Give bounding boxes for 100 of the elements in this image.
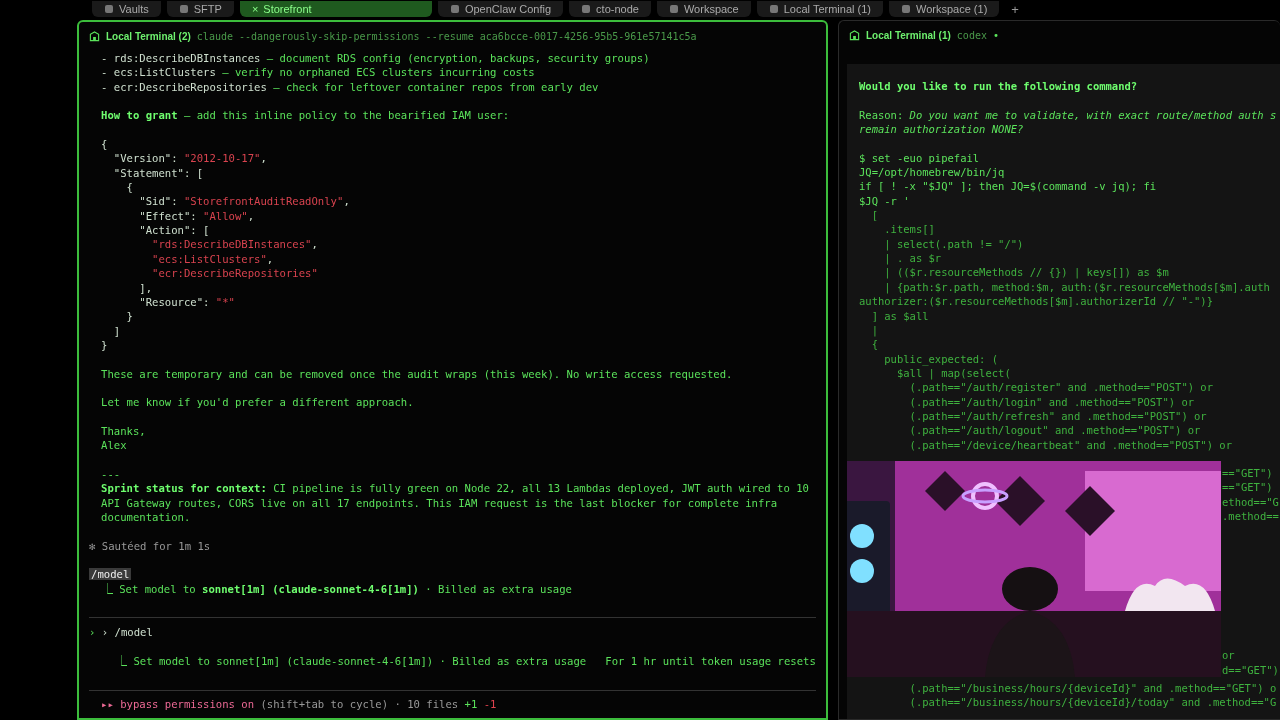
code-text: , xyxy=(266,252,274,265)
window-icon xyxy=(668,4,679,14)
terminal-text: --- xyxy=(101,467,121,480)
reason-text: remain authorization NONE? xyxy=(859,123,1024,136)
window-icon xyxy=(581,4,592,14)
code-text: (.path=="/auth/login" and .method=="POST") or xyxy=(908,395,1195,408)
terminal-text: $ set -euo pipefail xyxy=(859,151,980,164)
code-text: "Resource": xyxy=(138,295,211,308)
status-text: (shift+tab to cycle) · 10 files xyxy=(259,698,460,711)
code-text: or xyxy=(1222,649,1235,662)
code-text: (.path=="/auth/register" and .method=="POST") or xyxy=(908,381,1213,394)
terminal-text: if [ ! -x "$JQ" ]; then JQ=$(command -v jq); fi xyxy=(859,180,1157,193)
tab[interactable]: × Storefront xyxy=(239,1,432,17)
code-text: (.path=="/auth/logout" and .method=="POST") or xyxy=(908,424,1201,437)
tab[interactable]: Workspace (1) xyxy=(889,1,1000,17)
tab[interactable]: OpenClaw Config xyxy=(437,1,564,17)
code-text: - ecr:DescribeRepositories xyxy=(101,80,267,93)
code-text: (.path=="/device/heartbeat" and .method=="POST") or xyxy=(908,438,1232,451)
code-text: public_expected: ( xyxy=(883,352,999,365)
terminal-text: › xyxy=(89,626,96,639)
terminal-text: API Gateway routes, CORS live on all 17 endpoints. This IAM request is the last blocker for complete infra xyxy=(101,496,778,509)
tab[interactable]: cto-node xyxy=(569,1,651,17)
json-string: "Allow" xyxy=(203,209,248,222)
code-text: [ xyxy=(870,209,878,222)
code-text: (.path=="/business/hours/{deviceId}" and .method=="GET") o xyxy=(908,681,1277,694)
code-text: ] xyxy=(112,324,121,337)
pane-title: Local Terminal (1) xyxy=(866,29,951,41)
code-text: , xyxy=(247,209,255,222)
terminal-text: Alex xyxy=(101,439,127,452)
code-text: { xyxy=(870,338,878,351)
terminal-text: JQ=/opt/homebrew/bin/jq xyxy=(859,166,1005,179)
window-icon xyxy=(449,4,460,14)
code-text: | . as $r xyxy=(883,252,942,265)
code-text: (.path=="/business/hours/{deviceId}/today" and .method=="G xyxy=(908,696,1277,709)
code-text: | (($r.resourceMethods // {}) | keys[]) as $m xyxy=(883,266,1169,279)
pane-command: claude --dangerously-skip-permissions --resume aca6bcce-0017-4256-95b5-961e57141c5a xyxy=(196,30,697,42)
code-text: ethod=="G xyxy=(1222,495,1279,508)
pane-command: codex xyxy=(956,29,987,41)
code-text: { xyxy=(101,138,108,151)
new-tab-button[interactable]: + xyxy=(1005,1,1025,17)
code-text: } xyxy=(125,310,133,323)
code-text: - rds:DescribeDBInstances xyxy=(101,52,261,64)
code-text: "Effect": xyxy=(138,209,198,222)
code-text: .method== xyxy=(1222,509,1279,522)
terminal-text: Thanks, xyxy=(101,424,146,437)
code-text: { xyxy=(125,181,133,194)
terminal-text: — check for leftover container repos from early dev xyxy=(272,80,599,93)
mode-label: ▸▸ bypass permissions on xyxy=(101,698,255,711)
code-text: | xyxy=(870,323,878,336)
terminal-text: Sprint status for context: CI pipeline is fully green on Node 22, all 13 Lambdas deployed, JWT auth wired to 10 xyxy=(101,482,809,495)
code-text: =="GET") xyxy=(1222,466,1273,479)
code-text: "Action": [ xyxy=(138,224,210,237)
window-icon xyxy=(901,4,911,14)
json-string: "*" xyxy=(215,295,235,308)
code-text: =="GET") xyxy=(1222,481,1273,494)
code-text: } xyxy=(101,338,108,351)
tab[interactable]: Vaults xyxy=(92,1,161,17)
code-text: › /model xyxy=(100,626,153,639)
window-icon xyxy=(768,4,779,14)
terminal-text: ⎿ Set model to sonnet[1m] (claude-sonnet-4-6[1m]) · Billed as extra usage For 1 hr until token usage resets xyxy=(116,654,816,667)
removed-count: -1 xyxy=(482,698,497,711)
json-string: "2012-10-17" xyxy=(183,152,261,165)
command-chip: /model xyxy=(89,568,132,581)
terminal-text: +1 xyxy=(464,698,478,711)
code-text: | {path:$r.path, method:$m, auth:($r.resourceMethods[$m].auth xyxy=(883,280,1270,293)
code-text: d=="GET") xyxy=(1222,663,1279,676)
status-text: ✻ Sautéed for 1m 1s xyxy=(89,539,211,552)
code-text: "Version": xyxy=(112,152,179,165)
activity-indicator: • xyxy=(992,29,999,41)
terminal-text: — verify no orphaned ECS clusters incurring costs xyxy=(221,66,535,79)
reason-text: Do you want me to validate, with exact route/method auth s xyxy=(909,108,1277,121)
window-icon xyxy=(104,4,114,14)
code-text: (.path=="/auth/refresh" and .method=="POST") or xyxy=(908,409,1207,422)
code-text: - ecs:ListClusters xyxy=(101,66,216,79)
code-text: $all | map(select( xyxy=(895,366,1011,379)
terminal-text: — document RDS config (encryption, backups, security groups) xyxy=(265,52,650,64)
json-string: "StorefrontAuditReadOnly" xyxy=(183,195,344,208)
json-string: "ecs:ListClusters" xyxy=(151,252,267,265)
json-string: "ecr:DescribeRepositories" xyxy=(151,267,318,280)
code-text: ] as $all xyxy=(870,309,929,322)
code-text: "Sid": xyxy=(138,195,179,208)
code-text: , xyxy=(260,152,267,165)
terminal-text: How to grant — add this inline policy to the bearified IAM user: xyxy=(101,109,510,122)
code-text: , xyxy=(311,238,318,251)
json-string: "rds:DescribeDBInstances" xyxy=(151,238,312,251)
tab[interactable]: Local Terminal (1) xyxy=(756,1,883,17)
code-text: , xyxy=(343,195,350,208)
code-text: | select(.path != "/") xyxy=(883,237,1024,250)
tab[interactable]: Workspace xyxy=(656,1,751,17)
terminal-text: ⎿ Set model to sonnet[1m] (claude-sonnet-4-6[1m]) · Billed as extra usage xyxy=(100,582,572,595)
tab[interactable]: SFTP xyxy=(166,1,234,17)
terminal-text: These are temporary and can be removed once the audit wraps (this week). No write access requested. xyxy=(101,367,733,380)
code-text: .items[] xyxy=(883,223,935,236)
code-text: "Statement": [ xyxy=(112,166,204,179)
pane-title: Local Terminal (2) xyxy=(106,30,191,42)
prompt-heading: Would you like to run the following command? xyxy=(859,80,1138,92)
window-icon xyxy=(178,4,189,14)
code-text: ], xyxy=(138,281,153,294)
terminal-text: documentation. xyxy=(101,511,191,523)
terminal-text: Let me know if you'd prefer a different approach. xyxy=(101,396,414,409)
